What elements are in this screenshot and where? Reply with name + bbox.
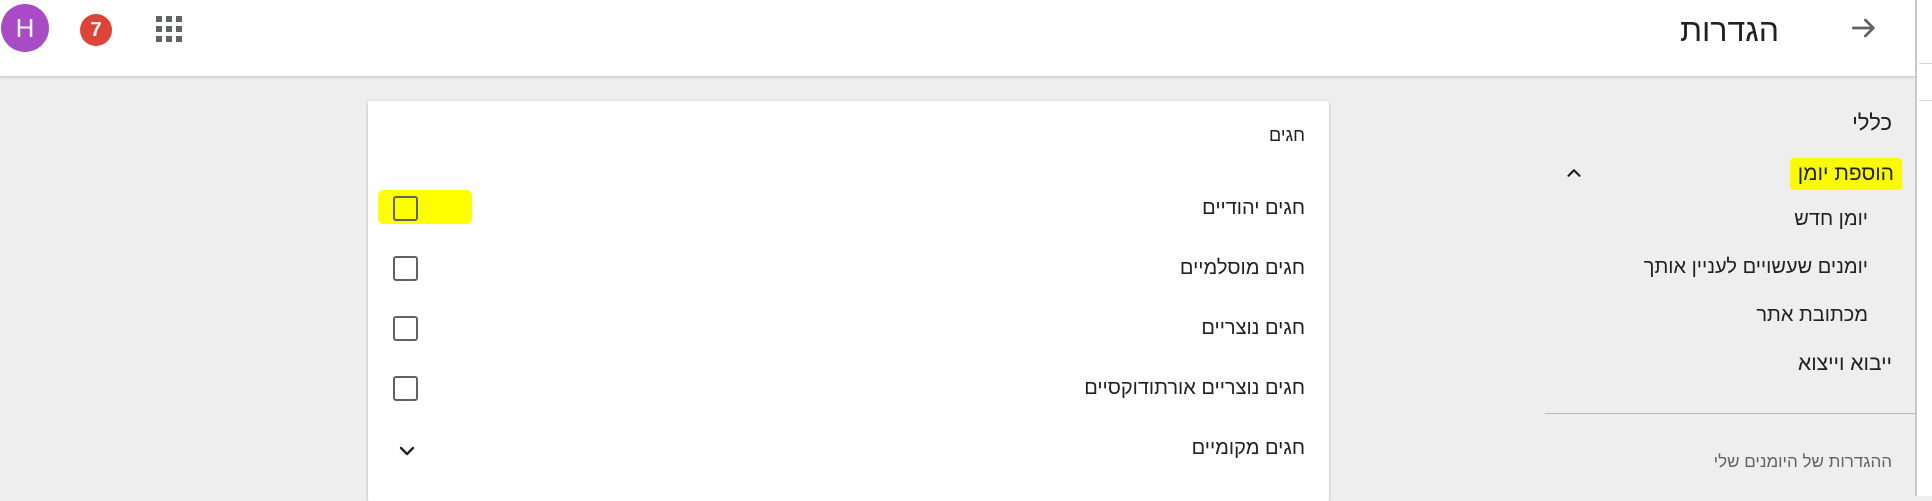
avatar-letter: H <box>15 13 35 43</box>
account-avatar[interactable]: H <box>1 4 49 52</box>
card-title: חגים <box>1269 125 1305 145</box>
notification-badge[interactable]: 7 <box>80 14 112 46</box>
notification-count: 7 <box>90 19 102 41</box>
sidebar-item-new-calendar[interactable]: יומן חדש <box>1794 208 1868 231</box>
chevron-down-icon[interactable] <box>395 439 419 463</box>
apps-grid-icon[interactable] <box>156 16 182 42</box>
option-label-christian: חגים נוצריים <box>1201 317 1305 339</box>
top-app-bar: H 7 הגדרות <box>0 0 1915 77</box>
chevron-up-icon[interactable] <box>1563 162 1585 184</box>
sidebar-item-import-export[interactable]: ייבוא וייצוא <box>1798 352 1892 376</box>
sidebar-item-from-url[interactable]: מכתובת אתר <box>1756 304 1868 327</box>
holidays-card: חגים חגים יהודיים חגים מוסלמיים חגים נוצ… <box>368 101 1329 501</box>
sidebar-item-add-calendar[interactable]: הוספת יומן <box>1789 158 1902 190</box>
checkbox-christian-holidays[interactable] <box>393 316 418 341</box>
arrow-back-icon[interactable] <box>1848 12 1880 44</box>
scrollbar[interactable] <box>1915 0 1932 496</box>
option-label-muslim: חגים מוסלמיים <box>1179 257 1305 279</box>
my-calendars-settings-heading: ההגדרות של היומנים שלי <box>1713 452 1892 471</box>
sidebar-item-browse-interesting[interactable]: יומנים שעשויים לעניין אותך <box>1644 256 1868 279</box>
sidebar-item-general[interactable]: כללי <box>1852 110 1892 136</box>
option-label-jewish: חגים יהודיים <box>1202 197 1305 219</box>
checkbox-jewish-holidays[interactable] <box>393 196 418 221</box>
page-title: הגדרות <box>1679 12 1779 48</box>
regional-holidays-label[interactable]: חגים מקומיים <box>1192 437 1305 460</box>
sidebar-divider <box>1545 413 1915 414</box>
checkbox-muslim-holidays[interactable] <box>393 256 418 281</box>
option-label-orthodox: חגים נוצריים אורתודוקסיים <box>1084 377 1305 399</box>
checkbox-orthodox-holidays[interactable] <box>393 376 418 401</box>
